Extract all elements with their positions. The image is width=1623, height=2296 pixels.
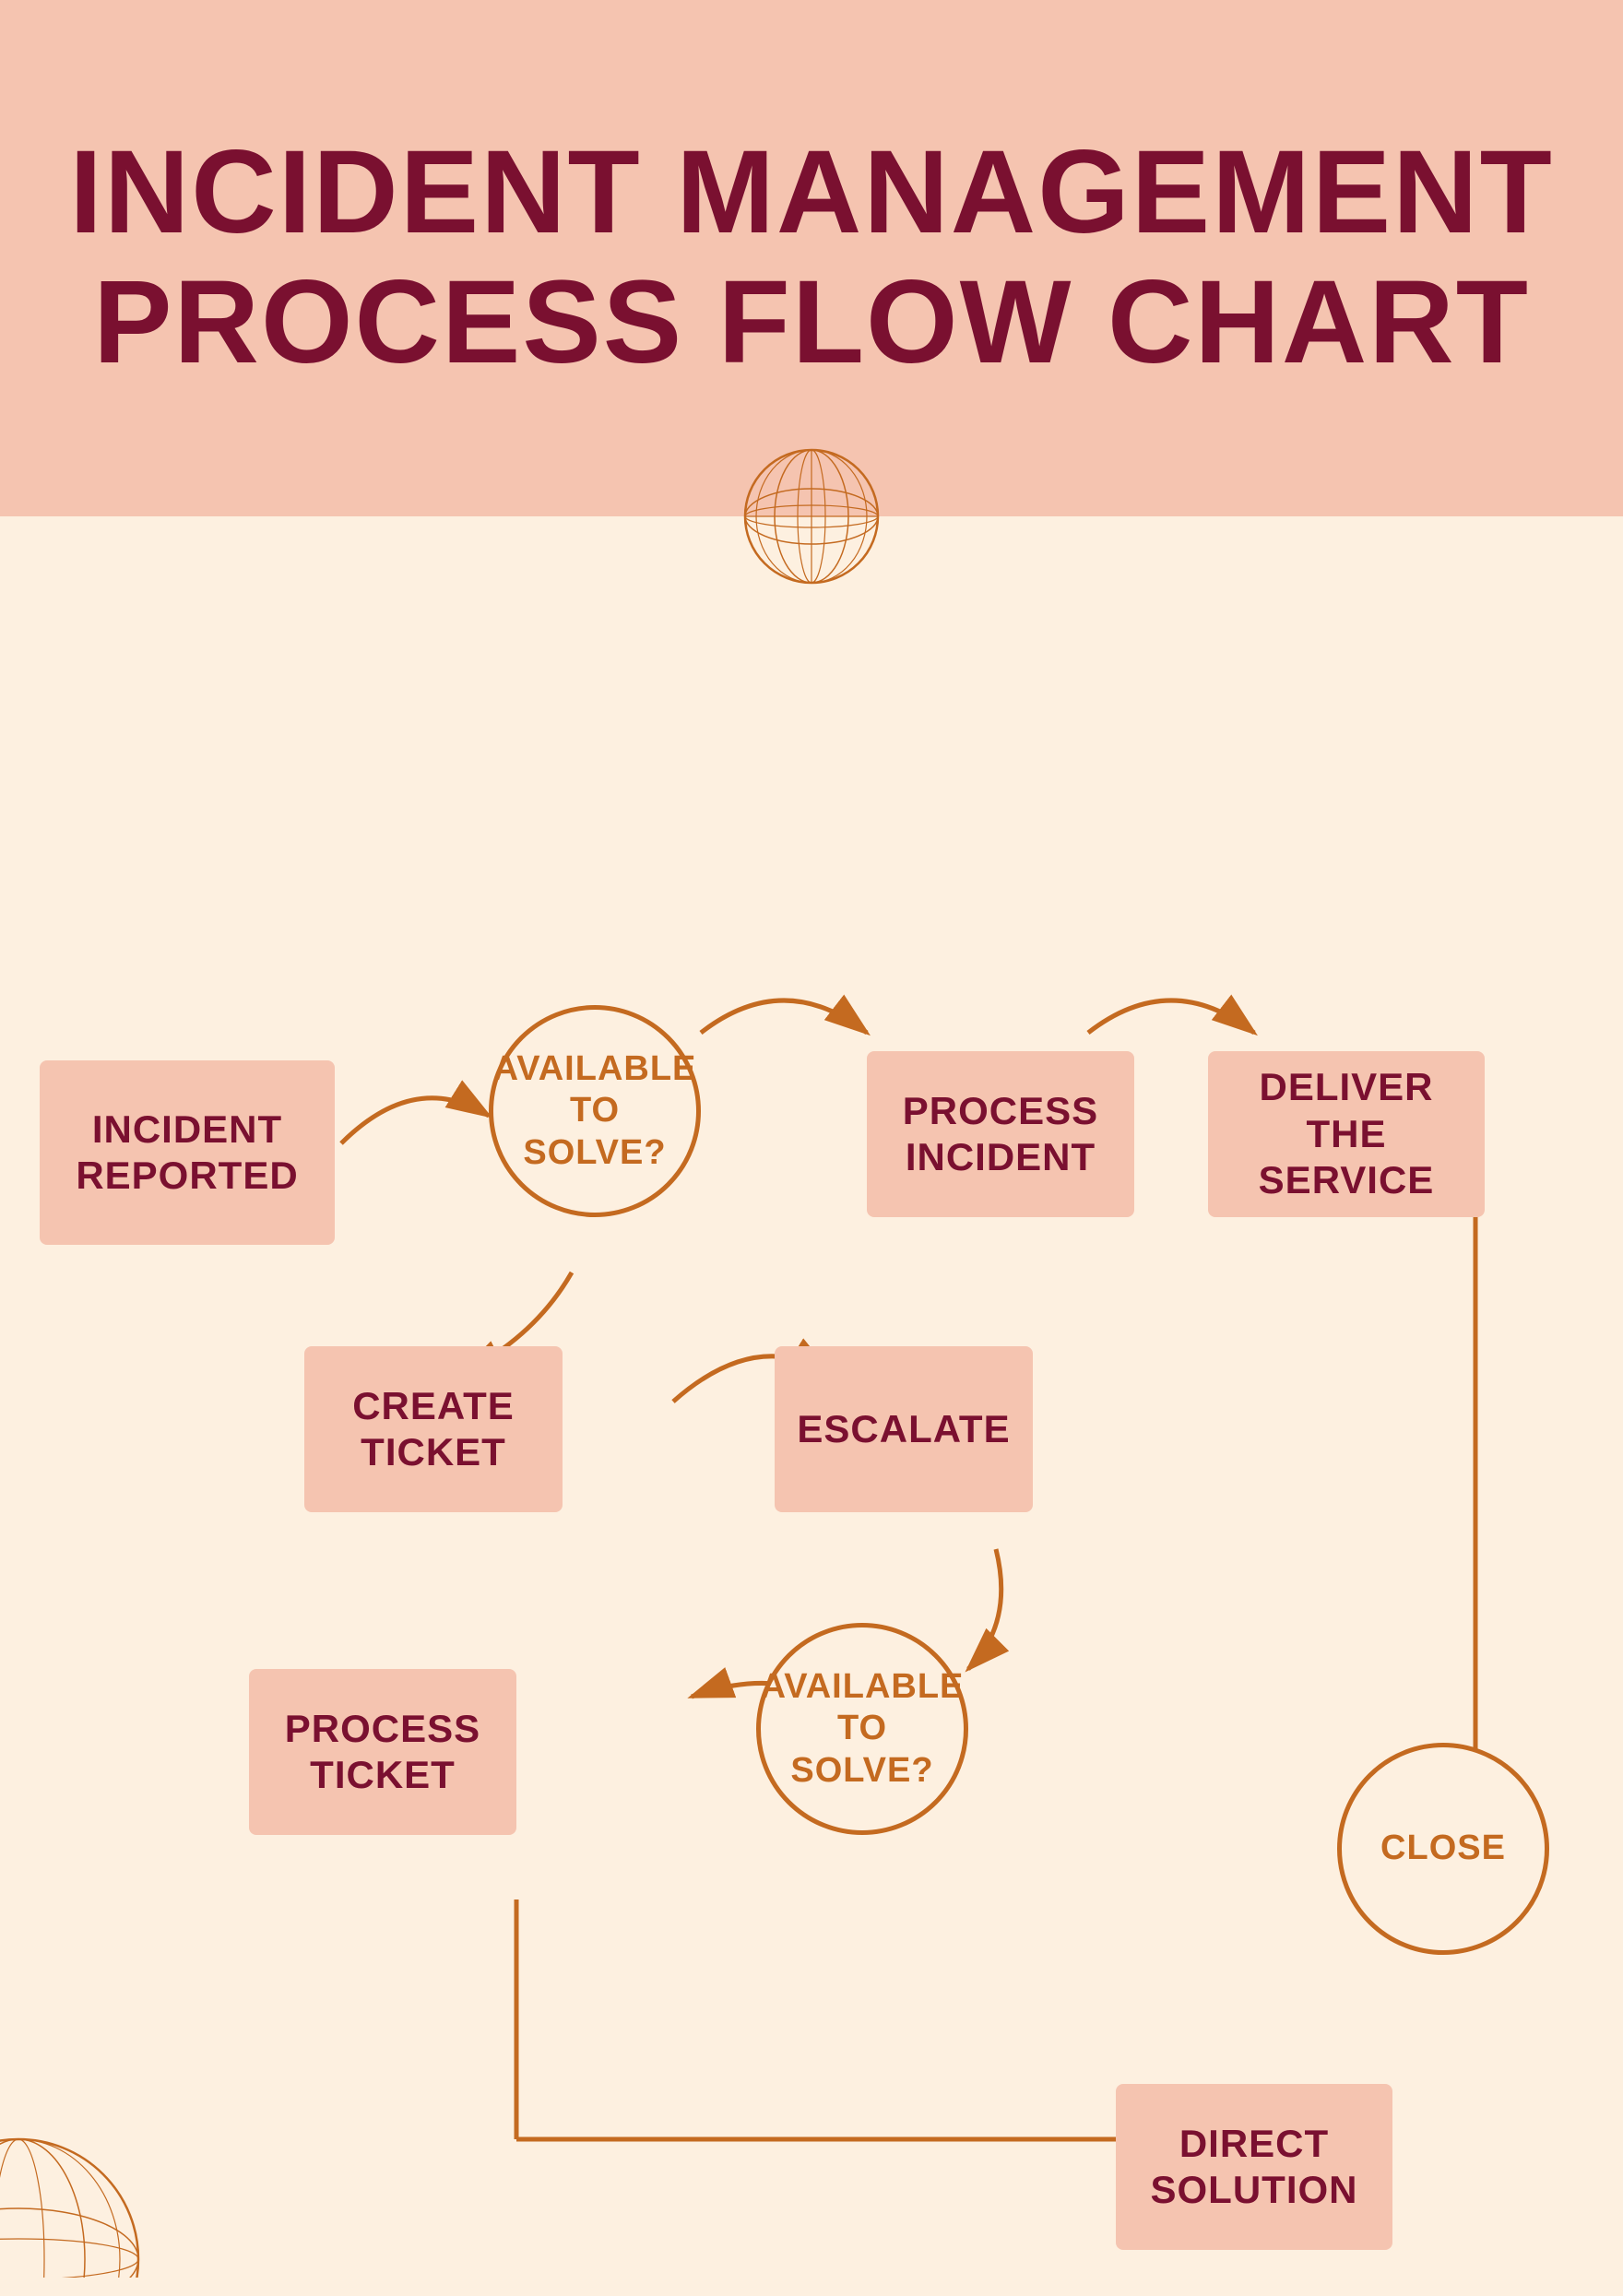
- deliver-the-service-box: DELIVER THE SERVICE: [1208, 1051, 1485, 1217]
- process-ticket-box: PROCESS TICKET: [249, 1669, 516, 1835]
- incident-reported-box: INCIDENT REPORTED: [40, 1060, 335, 1245]
- process-incident-box: PROCESS INCIDENT: [867, 1051, 1134, 1217]
- escalate-box: ESCALATE: [775, 1346, 1033, 1512]
- main-content: INCIDENT REPORTED AVAILABLE TO SOLVE? PR…: [0, 516, 1623, 2296]
- globe-top-decoration: [738, 443, 885, 590]
- direct-solution-box: DIRECT SOLUTION: [1116, 2084, 1392, 2250]
- available-to-solve-1-circle: AVAILABLE TO SOLVE?: [489, 1005, 701, 1217]
- header: INCIDENT MANAGEMENT PROCESS FLOW CHART: [0, 0, 1623, 516]
- close-circle: CLOSE: [1337, 1743, 1549, 1955]
- available-to-solve-2-circle: AVAILABLE TO SOLVE?: [756, 1623, 968, 1835]
- create-ticket-box: CREATE TICKET: [304, 1346, 563, 1512]
- globe-bottom-decoration: [0, 2093, 166, 2278]
- page-title: INCIDENT MANAGEMENT PROCESS FLOW CHART: [37, 128, 1586, 388]
